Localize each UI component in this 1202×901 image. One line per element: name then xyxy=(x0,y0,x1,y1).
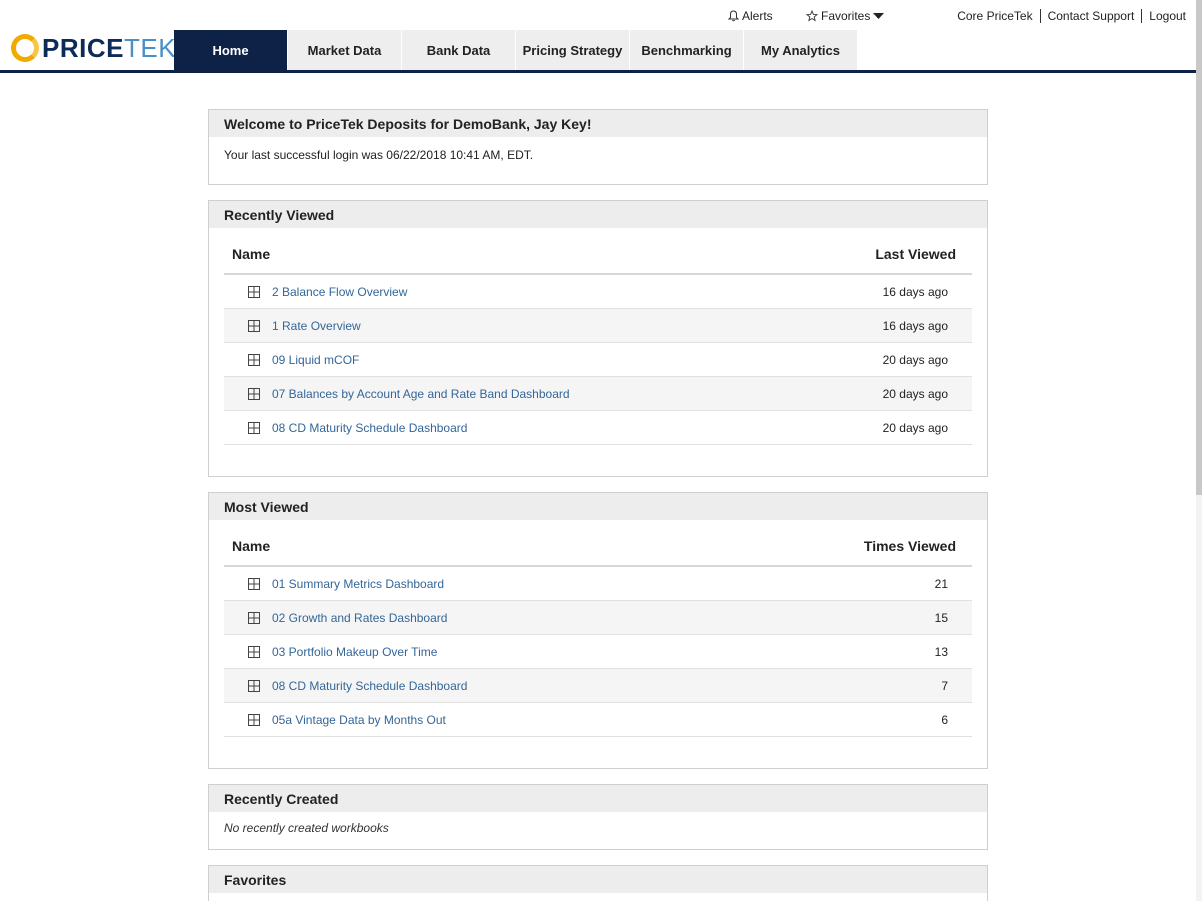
row-value: 20 days ago xyxy=(882,352,948,367)
row-name-cell: 08 CD Maturity Schedule Dashboard xyxy=(248,679,467,693)
table-row: 08 CD Maturity Schedule Dashboard 7 xyxy=(224,669,972,703)
row-name-cell: 01 Summary Metrics Dashboard xyxy=(248,577,444,591)
workbook-grid-icon xyxy=(248,645,260,658)
separator xyxy=(1141,9,1143,23)
logout-link[interactable]: Logout xyxy=(1149,9,1186,23)
alerts-link[interactable]: Alerts xyxy=(728,9,773,23)
row-value: 6 xyxy=(941,712,948,727)
pricetek-logo[interactable]: PRICETEK xyxy=(11,34,176,62)
workbook-link[interactable]: 07 Balances by Account Age and Rate Band… xyxy=(272,387,570,401)
table-row: 1 Rate Overview 16 days ago xyxy=(224,309,972,343)
workbook-grid-icon xyxy=(248,319,260,332)
workbook-link[interactable]: 1 Rate Overview xyxy=(272,319,361,333)
table-row: 02 Growth and Rates Dashboard 15 xyxy=(224,601,972,635)
contact-support-link[interactable]: Contact Support xyxy=(1048,9,1135,23)
workbook-grid-icon xyxy=(248,387,260,400)
table-header: Name Last Viewed xyxy=(224,228,972,275)
recently-viewed-table: Name Last Viewed 2 Balance Flow Overview… xyxy=(224,228,972,445)
page-scrollbar[interactable] xyxy=(1196,0,1202,901)
tab-market-data[interactable]: Market Data xyxy=(288,30,402,70)
table-row: 08 CD Maturity Schedule Dashboard 20 days… xyxy=(224,411,972,445)
row-name-cell: 09 Liquid mCOF xyxy=(248,353,359,367)
row-name-cell: 2 Balance Flow Overview xyxy=(248,285,407,299)
table-row: 05a Vintage Data by Months Out 6 xyxy=(224,703,972,737)
workbook-grid-icon xyxy=(248,353,260,366)
tab-benchmarking[interactable]: Benchmarking xyxy=(630,30,744,70)
row-value: 16 days ago xyxy=(882,318,948,333)
tab-home[interactable]: Home xyxy=(174,30,288,70)
most-viewed-title: Most Viewed xyxy=(209,493,987,520)
workbook-grid-icon xyxy=(248,611,260,624)
recently-created-panel: Recently Created No recently created wor… xyxy=(208,784,988,850)
last-login-text: Your last successful login was 06/22/201… xyxy=(224,148,534,162)
row-name-cell: 07 Balances by Account Age and Rate Band… xyxy=(248,387,570,401)
row-value: 15 xyxy=(934,610,948,625)
row-name-cell: 08 CD Maturity Schedule Dashboard xyxy=(248,421,467,435)
row-name-cell: 03 Portfolio Makeup Over Time xyxy=(248,645,437,659)
row-value: 7 xyxy=(941,678,948,693)
utility-bar: Alerts Favorites Core PriceTek Contact S… xyxy=(0,0,1196,30)
scrollbar-thumb[interactable] xyxy=(1196,0,1202,495)
column-header-last-viewed[interactable]: Last Viewed xyxy=(875,246,956,262)
welcome-title: Welcome to PriceTek Deposits for DemoBan… xyxy=(209,110,987,137)
favorites-title: Favorites xyxy=(209,866,987,893)
account-links: Core PriceTek Contact Support Logout xyxy=(957,9,1186,23)
row-name-cell: 05a Vintage Data by Months Out xyxy=(248,713,446,727)
welcome-panel: Welcome to PriceTek Deposits for DemoBan… xyxy=(208,109,988,185)
caret-down-icon xyxy=(873,13,885,19)
table-row: 01 Summary Metrics Dashboard 21 xyxy=(224,567,972,601)
tab-my-analytics[interactable]: My Analytics xyxy=(744,30,858,70)
workbook-grid-icon xyxy=(248,679,260,692)
logo-ring-icon xyxy=(11,34,39,62)
row-value: 16 days ago xyxy=(882,284,948,299)
tab-bank-data[interactable]: Bank Data xyxy=(402,30,516,70)
tab-pricing-strategy[interactable]: Pricing Strategy xyxy=(516,30,630,70)
table-row: 07 Balances by Account Age and Rate Band… xyxy=(224,377,972,411)
most-viewed-table: Name Times Viewed 01 Summary Metrics Das… xyxy=(224,520,972,737)
main-nav: Home Market Data Bank Data Pricing Strat… xyxy=(174,30,858,70)
table-row: 2 Balance Flow Overview 16 days ago xyxy=(224,275,972,309)
workbook-link[interactable]: 02 Growth and Rates Dashboard xyxy=(272,611,447,625)
row-value: 20 days ago xyxy=(882,420,948,435)
favorites-label: Favorites xyxy=(821,9,871,23)
row-value: 20 days ago xyxy=(882,386,948,401)
logo-text-tek: TEK xyxy=(123,33,177,63)
workbook-grid-icon xyxy=(248,713,260,726)
recently-created-title: Recently Created xyxy=(209,785,987,812)
recently-viewed-panel: Recently Viewed Name Last Viewed 2 Balan… xyxy=(208,200,988,477)
logo-text: PRICETEK xyxy=(42,34,176,62)
core-pricetek-link[interactable]: Core PriceTek xyxy=(957,9,1032,23)
recently-viewed-title: Recently Viewed xyxy=(209,201,987,228)
bell-icon xyxy=(728,10,739,22)
table-row: 03 Portfolio Makeup Over Time 13 xyxy=(224,635,972,669)
row-value: 13 xyxy=(934,644,948,659)
recently-created-empty-note: No recently created workbooks xyxy=(224,821,389,835)
workbook-grid-icon xyxy=(248,285,260,298)
workbook-link[interactable]: 01 Summary Metrics Dashboard xyxy=(272,577,444,591)
column-header-name[interactable]: Name xyxy=(232,538,270,554)
column-header-times-viewed[interactable]: Times Viewed xyxy=(864,538,956,554)
row-value: 21 xyxy=(934,576,948,591)
workbook-link[interactable]: 05a Vintage Data by Months Out xyxy=(272,713,446,727)
favorites-dropdown[interactable]: Favorites xyxy=(806,9,885,23)
separator xyxy=(1039,9,1041,23)
table-row: 09 Liquid mCOF 20 days ago xyxy=(224,343,972,377)
workbook-link[interactable]: 08 CD Maturity Schedule Dashboard xyxy=(272,421,467,435)
alerts-label: Alerts xyxy=(742,9,773,23)
workbook-grid-icon xyxy=(248,421,260,434)
star-icon xyxy=(806,10,818,22)
row-name-cell: 1 Rate Overview xyxy=(248,319,361,333)
workbook-grid-icon xyxy=(248,577,260,590)
workbook-link[interactable]: 08 CD Maturity Schedule Dashboard xyxy=(272,679,467,693)
workbook-link[interactable]: 03 Portfolio Makeup Over Time xyxy=(272,645,437,659)
row-name-cell: 02 Growth and Rates Dashboard xyxy=(248,611,447,625)
workbook-link[interactable]: 2 Balance Flow Overview xyxy=(272,285,407,299)
logo-text-price: PRICE xyxy=(42,33,124,63)
column-header-name[interactable]: Name xyxy=(232,246,270,262)
favorites-panel: Favorites xyxy=(208,865,988,901)
most-viewed-panel: Most Viewed Name Times Viewed 01 Summary… xyxy=(208,492,988,769)
nav-divider xyxy=(0,70,1196,73)
workbook-link[interactable]: 09 Liquid mCOF xyxy=(272,353,359,367)
table-header: Name Times Viewed xyxy=(224,520,972,567)
